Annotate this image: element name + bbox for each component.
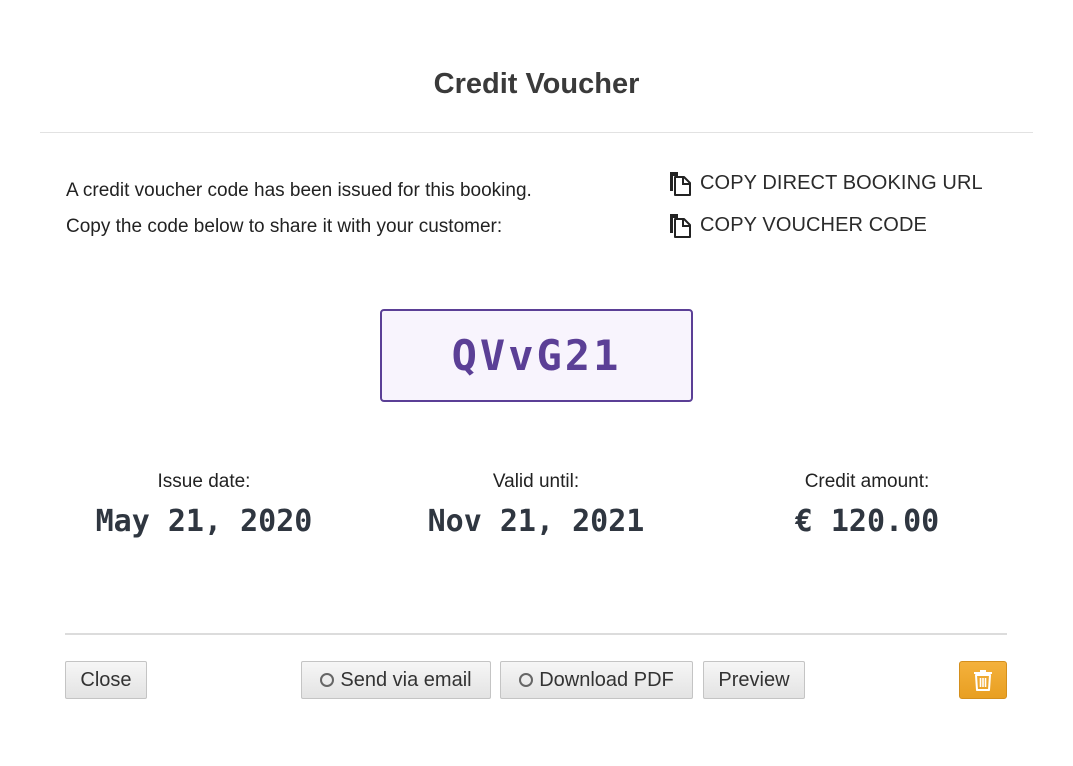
title-divider xyxy=(40,132,1033,133)
delete-button[interactable] xyxy=(959,661,1007,699)
dialog-title: Credit Voucher xyxy=(433,68,640,100)
issue-date-block: Issue date: May 21, 2020 xyxy=(84,468,324,548)
copy-voucher-code-link[interactable]: COPY VOUCHER CODE xyxy=(668,209,983,241)
credit-amount-value: € 120.00 xyxy=(794,504,940,539)
trash-icon xyxy=(974,670,992,691)
download-pdf-label: Download PDF xyxy=(539,668,674,691)
valid-until-block: Valid until: Nov 21, 2021 xyxy=(416,468,656,548)
copy-voucher-code-label: COPY VOUCHER CODE xyxy=(700,213,927,236)
credit-amount-block: Credit amount: € 120.00 xyxy=(747,468,987,548)
download-pdf-button[interactable]: Download PDF xyxy=(500,661,693,699)
intro-line-1: A credit voucher code has been issued fo… xyxy=(66,180,532,201)
radio-circle-icon xyxy=(519,673,534,687)
voucher-code-box: QVvG21 xyxy=(380,309,693,402)
radio-circle-icon xyxy=(320,673,335,687)
close-button[interactable]: Close xyxy=(65,661,147,699)
footer-divider xyxy=(65,633,1007,635)
issue-date-label: Issue date: xyxy=(157,471,251,492)
copy-booking-url-link[interactable]: COPY DIRECT BOOKING URL xyxy=(668,167,983,199)
intro-line-2: Copy the code below to share it with you… xyxy=(66,216,503,237)
copy-icon xyxy=(670,171,691,196)
intro-text: A credit voucher code has been issued fo… xyxy=(66,173,532,245)
copy-icon xyxy=(670,213,691,238)
copy-booking-url-label: COPY DIRECT BOOKING URL xyxy=(700,171,983,194)
send-email-button[interactable]: Send via email xyxy=(301,661,491,699)
credit-amount-label: Credit amount: xyxy=(804,471,930,492)
issue-date-value: May 21, 2020 xyxy=(95,504,313,539)
send-email-label: Send via email xyxy=(340,668,472,691)
valid-until-label: Valid until: xyxy=(492,471,580,492)
copy-links: COPY DIRECT BOOKING URL COPY VOUCHER COD… xyxy=(668,167,983,251)
valid-until-value: Nov 21, 2021 xyxy=(427,504,645,539)
preview-button[interactable]: Preview xyxy=(703,661,805,699)
